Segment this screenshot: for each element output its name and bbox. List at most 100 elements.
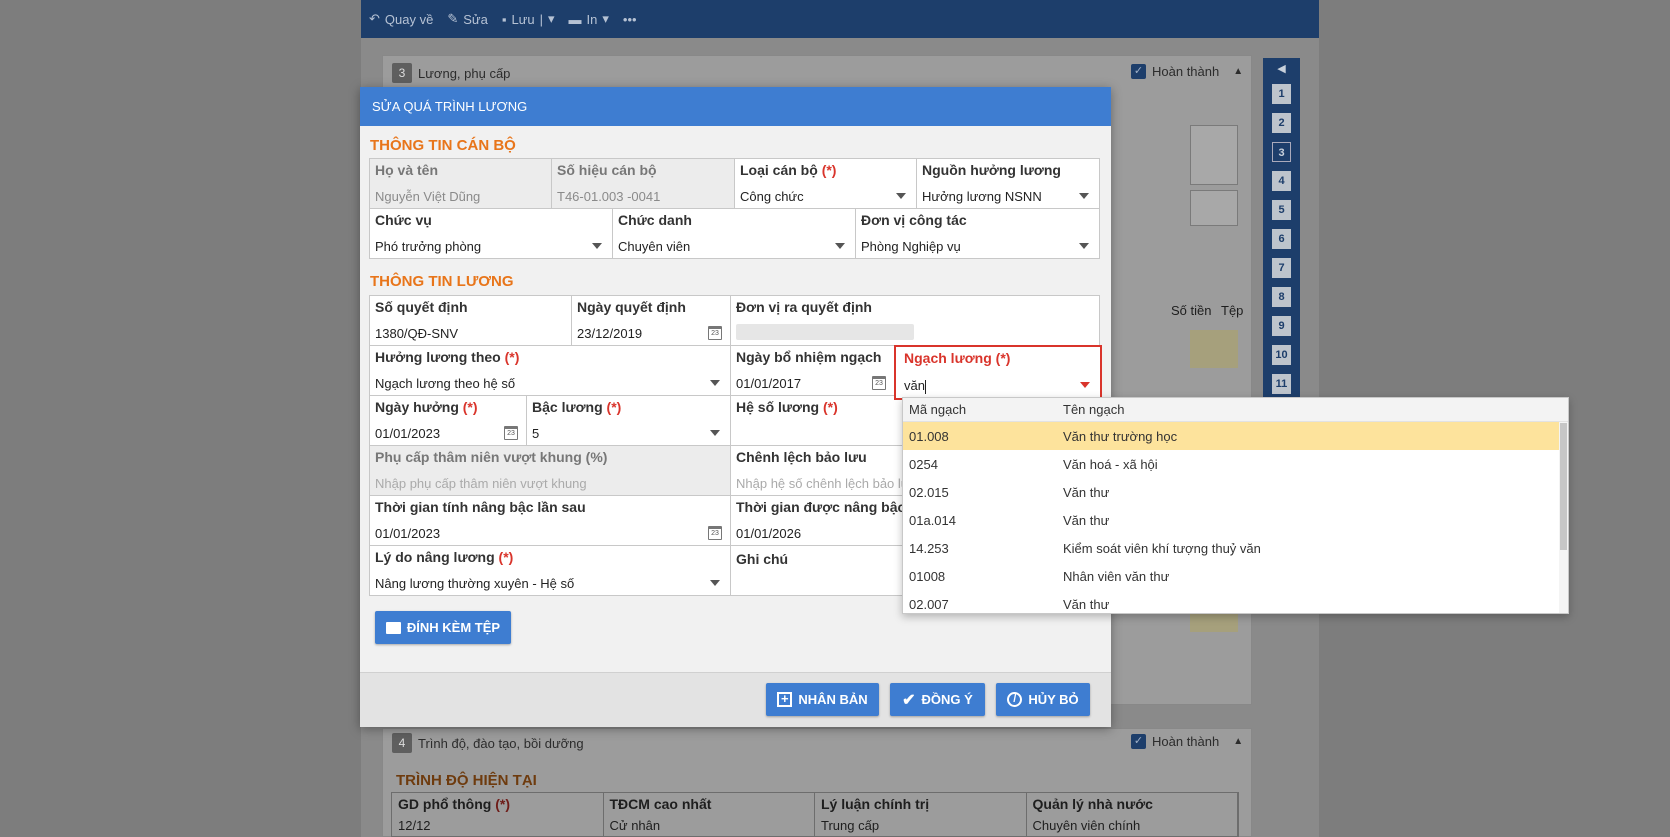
dropdown-option[interactable]: 02.007 Văn thư <box>903 590 1568 613</box>
main-toolbar: ↶ Quay về ✎ Sửa ▪ Lưu | ▾ ▬ In ▾ ••• <box>361 0 1319 38</box>
bg-col-header: Số tiền <box>1171 303 1212 318</box>
grid-cell-gd[interactable]: GD phổ thông (*) 12/12 <box>392 793 604 836</box>
section-nav-item[interactable]: 11 <box>1272 374 1291 394</box>
section4-title: 4 Trình độ, đào tạo, bồi dưỡng <box>392 733 584 753</box>
dropdown-header: Mã ngạch Tên ngạch <box>903 398 1568 422</box>
dropdown-option[interactable]: 0254 Văn hoá - xã hội <box>903 450 1568 478</box>
dropdown-option[interactable]: 14.253 Kiểm soát viên khí tượng thuỷ văn <box>903 534 1568 562</box>
staff-code-field: Số hiệu cán bộ T46-01.003 -0041 <box>551 158 735 209</box>
bg-field <box>1190 190 1238 226</box>
grid-cell-tdcm[interactable]: TĐCM cao nhất Cử nhân <box>604 793 815 836</box>
dialog-footer: + NHÂN BẢN ✔ ĐỒNG Ý / HỦY BỎ <box>360 672 1111 727</box>
option-code: 02.015 <box>909 484 949 500</box>
section3-title: 3 Lương, phụ cấp <box>392 63 510 83</box>
section-nav-item[interactable]: 8 <box>1272 287 1291 307</box>
salary-step-select[interactable]: Bậc lương (*) 5 <box>526 395 731 446</box>
section-nav-item[interactable]: 2 <box>1272 113 1291 133</box>
salary-grade-combobox[interactable]: Ngạch lương (*) văn <box>894 345 1102 400</box>
dropdown-option[interactable]: 02.015 Văn thư <box>903 478 1568 506</box>
chevron-down-icon: ▾ <box>548 11 555 26</box>
check-icon: ✔ <box>902 691 916 709</box>
section-nav-item[interactable]: 6 <box>1272 229 1291 249</box>
dialog-title: SỬA QUÁ TRÌNH LƯƠNG <box>360 87 1111 126</box>
pencil-icon: ✎ <box>447 11 459 26</box>
salary-source-select[interactable]: Nguồn hưởng lương Hưởng lương NSNN <box>916 158 1100 209</box>
section-nav: ◀ 1 2 3 4 5 6 7 8 9 10 11 <box>1263 58 1300 398</box>
chevron-down-icon: ▾ <box>602 11 609 26</box>
position-select[interactable]: Chức vụ Phó trưởng phòng <box>369 208 613 259</box>
caret-down-icon <box>1079 243 1089 249</box>
decision-unit-field[interactable]: Đơn vị ra quyết định <box>730 295 1100 346</box>
print-button[interactable]: ▬ In ▾ <box>569 11 609 27</box>
next-raise-date-input[interactable]: Thời gian tính nâng bậc lần sau 01/01/20… <box>369 495 731 546</box>
caret-down-icon <box>710 430 720 436</box>
staff-info-title: THÔNG TIN CÁN BỘ <box>370 137 516 154</box>
option-code: 02.007 <box>909 596 949 612</box>
section-nav-item[interactable]: 7 <box>1272 258 1291 278</box>
staff-type-select[interactable]: Loại cán bộ (*) Công chức <box>734 158 917 209</box>
title-select[interactable]: Chức danh Chuyên viên <box>612 208 856 259</box>
edit-button[interactable]: ✎ Sửa <box>447 11 488 27</box>
caret-down-icon <box>592 243 602 249</box>
caret-down-icon <box>896 193 906 199</box>
section4-completed[interactable]: ✓ Hoàn thành ▲ <box>1131 734 1243 749</box>
option-code: 14.253 <box>909 540 949 556</box>
grid-cell-llct[interactable]: Lý luận chính trị Trung cấp <box>815 793 1027 836</box>
section-nav-item[interactable]: 5 <box>1272 200 1291 220</box>
folder-icon <box>385 621 401 634</box>
confirm-button[interactable]: ✔ ĐỒNG Ý <box>890 683 985 716</box>
calendar-icon[interactable]: 23 <box>504 426 518 440</box>
salary-basis-select[interactable]: Hưởng lương theo (*) Ngạch lương theo hệ… <box>369 345 731 396</box>
effective-date-input[interactable]: Ngày hưởng (*) 01/01/2023 23 <box>369 395 527 446</box>
raise-reason-select[interactable]: Lý do nâng lương (*) Nâng lương thường x… <box>369 545 731 596</box>
decision-number-input[interactable]: Số quyết định 1380/QĐ-SNV <box>369 295 572 346</box>
dropdown-scrollbar[interactable] <box>1559 422 1568 613</box>
grid-cell-qlnn[interactable]: Quản lý nhà nước Chuyên viên chính <box>1027 793 1238 836</box>
clone-button[interactable]: + NHÂN BẢN <box>766 683 879 716</box>
seniority-allowance-input[interactable]: Phụ cấp thâm niên vượt khung (%) Nhập ph… <box>369 445 731 496</box>
attach-file-button[interactable]: ĐÍNH KÈM TỆP <box>375 611 511 644</box>
save-button[interactable]: ▪ Lưu | ▾ <box>502 11 555 27</box>
printer-icon: ▬ <box>568 11 582 27</box>
floppy-icon: ▪ <box>501 11 507 27</box>
section-nav-item[interactable]: 10 <box>1272 345 1291 365</box>
copy-plus-icon: + <box>777 692 793 707</box>
redacted-value <box>736 324 914 340</box>
section3-completed[interactable]: ✓ Hoàn thành ▲ <box>1131 64 1243 79</box>
ban-icon: / <box>1007 692 1023 707</box>
section-nav-item[interactable]: 9 <box>1272 316 1291 336</box>
bg-field <box>1190 125 1238 185</box>
full-name-field: Họ và tên Nguyễn Việt Dũng <box>369 158 552 209</box>
option-name: Kiểm soát viên khí tượng thuỷ văn <box>1063 540 1261 556</box>
bg-col-header: Tệp <box>1221 303 1244 318</box>
option-code: 0254 <box>909 456 938 472</box>
caret-down-icon <box>835 243 845 249</box>
section-nav-item[interactable]: 3 <box>1272 142 1291 162</box>
checkbox-icon: ✓ <box>1131 734 1146 749</box>
option-code: 01008 <box>909 568 946 584</box>
chevron-up-icon: ▲ <box>1233 736 1244 747</box>
section-nav-item[interactable]: 1 <box>1272 84 1291 104</box>
education-grid: GD phổ thông (*) 12/12 TĐCM cao nhất Cử nh… <box>391 792 1239 837</box>
chevron-up-icon: ▲ <box>1233 66 1244 77</box>
caret-down-icon <box>710 580 720 586</box>
scrollbar-thumb[interactable] <box>1560 423 1567 550</box>
dropdown-option[interactable]: 01008 Nhân viên văn thư <box>903 562 1568 590</box>
cancel-button[interactable]: / HỦY BỎ <box>996 683 1090 716</box>
caret-down-icon[interactable] <box>1080 382 1090 388</box>
more-button[interactable]: ••• <box>623 12 637 27</box>
appointment-date-input[interactable]: Ngày bổ nhiệm ngạch 01/01/2017 23 <box>730 345 895 396</box>
dropdown-option[interactable]: 01.008 Văn thư trường học <box>903 422 1568 450</box>
collapse-left-icon[interactable]: ◀ <box>1263 62 1300 75</box>
option-name: Nhân viên văn thư <box>1063 568 1170 584</box>
calendar-icon[interactable]: 23 <box>708 526 722 540</box>
section-nav-item[interactable]: 4 <box>1272 171 1291 191</box>
bg-selected-row <box>1190 330 1238 368</box>
calendar-icon[interactable]: 23 <box>708 326 722 340</box>
back-button[interactable]: ↶ Quay về <box>369 11 433 27</box>
dropdown-option[interactable]: 01a.014 Văn thư <box>903 506 1568 534</box>
work-unit-select[interactable]: Đơn vị công tác Phòng Nghiệp vụ <box>855 208 1100 259</box>
decision-date-input[interactable]: Ngày quyết định 23/12/2019 23 <box>571 295 731 346</box>
option-name: Văn hoá - xã hội <box>1063 456 1158 472</box>
calendar-icon[interactable]: 23 <box>872 376 886 390</box>
